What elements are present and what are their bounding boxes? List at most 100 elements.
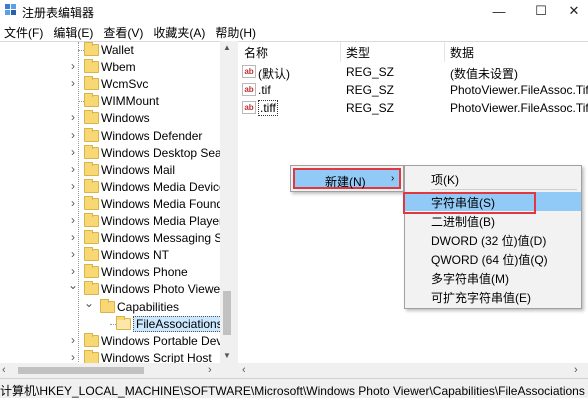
submenu-item[interactable]: QWORD (64 位)值(Q) (405, 249, 581, 268)
column-header-data[interactable]: 数据 (450, 44, 474, 60)
close-button[interactable]: ✕ (560, 0, 588, 22)
menu-file[interactable]: 文件(F) (0, 22, 49, 41)
scroll-up-icon[interactable]: ▲ (220, 41, 234, 55)
scroll-down-icon[interactable]: ▼ (220, 349, 234, 363)
folder-icon (84, 213, 99, 227)
value-data: PhotoViewer.FileAssoc.Tiff (450, 83, 588, 97)
value-type: REG_SZ (346, 83, 395, 97)
chevron-right-icon[interactable]: › (68, 214, 78, 226)
folder-icon (84, 93, 99, 108)
scroll-left-icon[interactable]: ‹ (242, 364, 246, 376)
chevron-right-icon[interactable]: › (68, 231, 78, 243)
tree-item[interactable]: › Windows Media Found (0, 195, 223, 213)
scroll-right-icon[interactable]: › (208, 364, 212, 376)
submenu-item-label: 多字符串值(M) (431, 272, 509, 286)
column-header-type[interactable]: 类型 (346, 44, 370, 60)
menu-favorites[interactable]: 收藏夹(A) (149, 22, 211, 41)
menu-view[interactable]: 查看(V) (99, 22, 149, 41)
chevron-right-icon[interactable]: › (68, 197, 78, 209)
menu-bar: 文件(F) 编辑(E) 查看(V) 收藏夹(A) 帮助(H) (0, 22, 588, 41)
chevron-right-icon[interactable]: › (68, 146, 78, 158)
minimize-button[interactable]: — (482, 0, 516, 22)
value-type: REG_SZ (346, 65, 395, 79)
tree-item[interactable]: › Windows Mail (0, 161, 220, 179)
tree-item[interactable]: › Windows Phone (0, 264, 220, 281)
chevron-right-icon[interactable]: › (68, 248, 78, 260)
tree-item[interactable]: › Wbem (0, 59, 220, 76)
tree-item[interactable]: FileAssociations (0, 315, 226, 333)
chevron-right-icon[interactable]: › (68, 163, 78, 175)
value-row[interactable]: ab .tif REG_SZ PhotoViewer.FileAssoc.Tif… (238, 81, 588, 99)
tree-item[interactable]: ⌄ Capabilities (0, 297, 220, 316)
tree-item-label: Windows Media Device (101, 179, 226, 194)
key-path: 计算机\HKEY_LOCAL_MACHINE\SOFTWARE\Microsof… (0, 384, 585, 398)
folder-icon (84, 144, 99, 159)
menu-edit[interactable]: 编辑(E) (49, 22, 99, 41)
value-name: .tif (258, 83, 271, 97)
tree-item[interactable]: › Windows Messaging Su (0, 230, 229, 247)
chevron-right-icon[interactable]: › (68, 129, 78, 141)
tree-item[interactable]: ⌄ Windows Photo Viewer (0, 279, 224, 298)
chevron-right-icon[interactable]: › (68, 334, 78, 346)
tree-item-label: Wbem (101, 60, 136, 75)
tree-item-label: WIMMount (101, 94, 160, 109)
chevron-right-icon[interactable]: › (68, 265, 78, 277)
tree-item[interactable]: › WcmSvc (0, 76, 220, 93)
submenu-item[interactable]: 多字符串值(M) (405, 268, 581, 287)
values-horizontal-scrollbar[interactable]: ‹ › (238, 363, 588, 378)
tree-item[interactable]: › Windows (0, 110, 220, 127)
tree-item[interactable]: Wallet (0, 42, 220, 59)
column-divider[interactable] (340, 42, 341, 62)
tree-item[interactable]: WIMMount (0, 93, 220, 110)
chevron-right-icon[interactable]: › (68, 351, 78, 363)
tree-item[interactable]: › Windows NT (0, 247, 220, 264)
column-divider[interactable] (444, 42, 445, 62)
folder-icon (84, 161, 99, 176)
tree-vertical-scrollbar[interactable]: ▲ ▼ (220, 41, 234, 363)
tree-item[interactable]: › Windows Portable Devi (0, 332, 225, 350)
chevron-right-icon[interactable]: › (68, 111, 78, 123)
chevron-down-icon[interactable]: ⌄ (84, 297, 94, 309)
tree-item-label: Windows Media Player (101, 214, 224, 228)
folder-icon (84, 247, 99, 262)
tree-item-label: Windows Phone (101, 265, 188, 280)
value-row[interactable]: ab .tiff REG_SZ PhotoViewer.FileAssoc.Ti… (238, 99, 588, 117)
submenu-item[interactable]: 项(K) (405, 169, 581, 188)
folder-icon (84, 76, 99, 91)
scroll-thumb[interactable] (18, 367, 144, 374)
chevron-right-icon[interactable]: › (68, 60, 78, 72)
value-type: REG_SZ (346, 101, 395, 115)
chevron-right-icon[interactable]: › (68, 77, 78, 89)
value-row[interactable]: ab (默认) REG_SZ (数值未设置) (238, 63, 588, 81)
menu-item-new[interactable]: 新建(N) › (293, 168, 401, 189)
column-header-name[interactable]: 名称 (244, 44, 268, 60)
tree-item[interactable]: › Windows Media Player (0, 213, 224, 230)
menu-separator (431, 189, 577, 190)
chevron-down-icon[interactable]: ⌄ (68, 279, 78, 291)
chevron-right-icon[interactable]: › (68, 180, 78, 192)
registry-editor-icon (5, 4, 16, 15)
new-submenu: 项(K) 字符串值(S) 二进制值(B) DWORD (32 位)值(D) QWORD … (404, 165, 582, 309)
scroll-thumb[interactable] (223, 291, 231, 335)
folder-icon (84, 281, 99, 296)
tree-item-label: WcmSvc (101, 77, 149, 92)
folder-icon (84, 42, 99, 56)
menu-help[interactable]: 帮助(H) (211, 22, 262, 41)
folder-icon (84, 178, 99, 193)
tree-item-label: Capabilities (117, 299, 180, 314)
tree-item[interactable]: › Windows Media Device (0, 178, 226, 196)
tree-item[interactable]: › Windows Defender (0, 127, 220, 145)
scroll-left-icon[interactable]: ‹ (2, 364, 6, 376)
key-tree[interactable]: Wallet › Wbem › WcmSvc WIMMount › Windows › Windo… (0, 41, 234, 378)
tree-horizontal-scrollbar[interactable]: ‹ › (0, 363, 234, 378)
submenu-item[interactable]: DWORD (32 位)值(D) (405, 230, 581, 249)
submenu-item[interactable]: 可扩充字符串值(E) (405, 287, 581, 306)
folder-icon (84, 349, 99, 364)
folder-icon (84, 127, 99, 142)
submenu-item-label: DWORD (32 位)值(D) (431, 234, 547, 248)
tree-item-label: Windows Messaging Su (101, 231, 230, 246)
tree-item-label: Windows Desktop Sear (101, 145, 226, 160)
tree-item[interactable]: › Windows Desktop Sear (0, 144, 226, 162)
maximize-button[interactable]: ☐ (524, 0, 558, 22)
scroll-right-icon[interactable]: › (574, 364, 578, 376)
